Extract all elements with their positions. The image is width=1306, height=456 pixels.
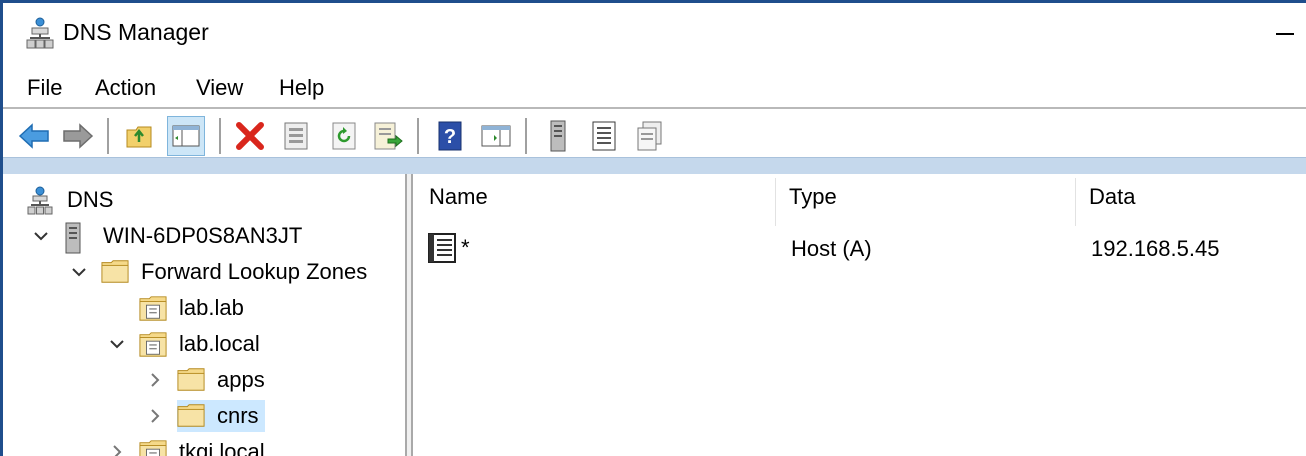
chevron-right-icon[interactable] bbox=[105, 440, 129, 456]
tree-label: lab.lab bbox=[179, 295, 244, 320]
delete-icon bbox=[236, 122, 264, 150]
dns-icon bbox=[27, 186, 55, 215]
tree-item-server[interactable]: WIN-6DP0S8AN3JT bbox=[29, 218, 302, 254]
server-icon bbox=[550, 120, 566, 152]
console-tree: DNS WIN-6DP0S8AN3JT Forward Lookup Zones… bbox=[3, 174, 405, 456]
up-folder-icon bbox=[126, 126, 152, 148]
forward-button[interactable] bbox=[59, 116, 97, 156]
folder-icon bbox=[101, 258, 129, 286]
new-record-button[interactable] bbox=[585, 116, 623, 156]
tree-label: tkgi.local bbox=[179, 439, 265, 456]
zone-icon bbox=[637, 121, 662, 151]
zone-folder-icon bbox=[139, 330, 167, 358]
menu-help[interactable]: Help bbox=[277, 75, 326, 101]
toolbar-separator bbox=[417, 118, 419, 154]
server-button[interactable] bbox=[539, 116, 577, 156]
toolbar-separator bbox=[219, 118, 221, 154]
menu-bar: File Action View Help bbox=[3, 65, 1306, 109]
help-icon: ? bbox=[438, 121, 462, 151]
delete-button[interactable] bbox=[231, 116, 269, 156]
record-data-cell: 192.168.5.45 bbox=[1091, 236, 1220, 261]
tree-label: Forward Lookup Zones bbox=[141, 259, 368, 284]
show-hide-action-pane-button[interactable] bbox=[477, 116, 515, 156]
zone-button[interactable] bbox=[631, 116, 669, 156]
tree-item-forward-lookup-zones[interactable]: Forward Lookup Zones bbox=[67, 254, 367, 290]
menu-action[interactable]: Action bbox=[93, 75, 158, 101]
results-pane: Name Type Data * Host (A) 192.168.5.45 bbox=[413, 174, 1306, 456]
up-one-level-button[interactable] bbox=[121, 116, 159, 156]
help-button[interactable]: ? bbox=[431, 116, 469, 156]
toolbar-separator bbox=[107, 118, 109, 154]
chevron-down-icon[interactable] bbox=[29, 224, 53, 248]
zone-folder-icon bbox=[139, 294, 167, 322]
tree-item-dns[interactable]: DNS bbox=[27, 182, 113, 218]
back-button[interactable] bbox=[15, 116, 53, 156]
chevron-down-icon[interactable] bbox=[67, 260, 91, 284]
chevron-right-icon[interactable] bbox=[143, 368, 167, 392]
menu-file[interactable]: File bbox=[25, 75, 64, 101]
record-icon bbox=[592, 121, 616, 151]
record-name: * bbox=[461, 235, 470, 260]
column-divider[interactable] bbox=[1075, 178, 1076, 226]
refresh-button[interactable] bbox=[325, 116, 363, 156]
tree-item-zone-tkgi-local[interactable]: tkgi.local bbox=[105, 434, 265, 456]
minimize-button[interactable] bbox=[1266, 3, 1306, 65]
export-list-icon bbox=[374, 122, 403, 150]
window-title: DNS Manager bbox=[63, 19, 209, 45]
toolbar-separator bbox=[525, 118, 527, 154]
tree-item-zone-lab-lab[interactable]: lab.lab bbox=[139, 290, 244, 326]
record-type-cell: Host (A) bbox=[791, 236, 872, 261]
record-name-cell: * bbox=[427, 232, 470, 264]
svg-text:?: ? bbox=[444, 126, 456, 148]
folder-icon bbox=[177, 366, 205, 394]
toolbar-border bbox=[3, 157, 1306, 174]
chevron-down-icon[interactable] bbox=[105, 332, 129, 356]
tree-item-zone-lab-local[interactable]: lab.local bbox=[105, 326, 260, 362]
properties-button[interactable] bbox=[277, 116, 315, 156]
show-hide-tree-icon bbox=[172, 125, 200, 147]
toolbar: ? bbox=[3, 110, 1306, 162]
dns-manager-window: DNS Manager File Action View Help ? DNS … bbox=[0, 0, 1306, 456]
record-icon bbox=[427, 232, 457, 264]
column-header-type[interactable]: Type bbox=[789, 184, 837, 210]
tree-label: apps bbox=[217, 367, 265, 392]
properties-icon bbox=[284, 122, 308, 150]
chevron-right-icon[interactable] bbox=[143, 404, 167, 428]
dns-app-icon bbox=[25, 17, 55, 51]
export-list-button[interactable] bbox=[369, 116, 407, 156]
pane-splitter[interactable] bbox=[405, 174, 413, 456]
server-icon bbox=[63, 222, 91, 254]
show-hide-console-tree-button[interactable] bbox=[167, 116, 205, 156]
selected-highlight: cnrs bbox=[177, 400, 265, 432]
tree-label: cnrs bbox=[217, 403, 259, 428]
forward-icon bbox=[63, 123, 94, 149]
tree-label: WIN-6DP0S8AN3JT bbox=[103, 223, 303, 248]
column-divider[interactable] bbox=[775, 178, 776, 226]
tree-item-apps[interactable]: apps bbox=[143, 362, 265, 398]
tree-label: DNS bbox=[67, 187, 114, 212]
show-hide-action-pane-icon bbox=[481, 125, 511, 147]
tree-label: lab.local bbox=[179, 331, 260, 356]
folder-icon bbox=[177, 402, 205, 430]
menu-divider bbox=[3, 107, 1306, 109]
refresh-icon bbox=[332, 122, 356, 150]
back-icon bbox=[18, 123, 49, 149]
tree-item-cnrs[interactable]: cnrs bbox=[143, 398, 265, 434]
menu-view[interactable]: View bbox=[194, 75, 245, 101]
column-header-data[interactable]: Data bbox=[1089, 184, 1135, 210]
zone-folder-icon bbox=[139, 438, 167, 456]
column-header-name[interactable]: Name bbox=[429, 184, 488, 210]
title-bar: DNS Manager bbox=[3, 3, 1306, 65]
